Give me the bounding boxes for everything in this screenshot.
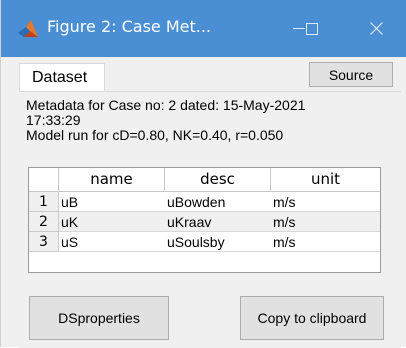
table-corner: [29, 168, 59, 192]
tab-dataset[interactable]: Dataset: [19, 63, 105, 92]
dsproperties-button[interactable]: DSproperties: [29, 296, 169, 340]
cell-desc[interactable]: uBowden: [165, 192, 271, 212]
row-index[interactable]: 1: [29, 192, 59, 212]
cell-name[interactable]: uB: [59, 192, 165, 212]
metadata-line: Metadata for Case no: 2 dated: 15-May-20…: [26, 97, 306, 113]
column-header-desc[interactable]: desc: [165, 168, 271, 192]
close-icon: [369, 22, 383, 35]
table-row[interactable]: 2 uK uKraav m/s: [29, 212, 380, 232]
metadata-time: 17:33:29: [26, 112, 81, 128]
data-table: name desc unit 1 uB uBowden m/s 2 uK uKr…: [28, 167, 381, 273]
row-index[interactable]: 2: [29, 212, 59, 232]
source-button[interactable]: Source: [309, 62, 393, 87]
figure-window: Figure 2: Case Met... Dataset Source Met…: [0, 0, 406, 348]
maximize-button[interactable]: [289, 0, 335, 57]
model-run-line: Model run for cD=0.80, NK=0.40, r=0.050: [26, 127, 284, 143]
title-bar[interactable]: Figure 2: Case Met...: [1, 0, 406, 57]
close-button[interactable]: [353, 0, 399, 57]
matlab-logo-icon: [18, 20, 38, 37]
cell-unit[interactable]: m/s: [271, 212, 380, 232]
copy-to-clipboard-button[interactable]: Copy to clipboard: [240, 296, 384, 340]
cell-unit[interactable]: m/s: [271, 232, 380, 252]
table-empty-area: [29, 252, 380, 272]
column-header-name[interactable]: name: [59, 168, 165, 192]
cell-desc[interactable]: uKraav: [165, 212, 271, 232]
table-row[interactable]: 1 uB uBowden m/s: [29, 192, 380, 212]
cell-name[interactable]: uK: [59, 212, 165, 232]
window-title: Figure 2: Case Met...: [47, 17, 212, 36]
cell-desc[interactable]: uSoulsby: [165, 232, 271, 252]
row-index[interactable]: 3: [29, 232, 59, 252]
table-row[interactable]: 3 uS uSoulsby m/s: [29, 232, 380, 252]
maximize-icon: [306, 22, 318, 35]
metadata-text: Metadata for Case no: 2 dated: 15-May-20…: [26, 98, 386, 143]
column-header-unit[interactable]: unit: [271, 168, 380, 192]
cell-name[interactable]: uS: [59, 232, 165, 252]
cell-unit[interactable]: m/s: [271, 192, 380, 212]
